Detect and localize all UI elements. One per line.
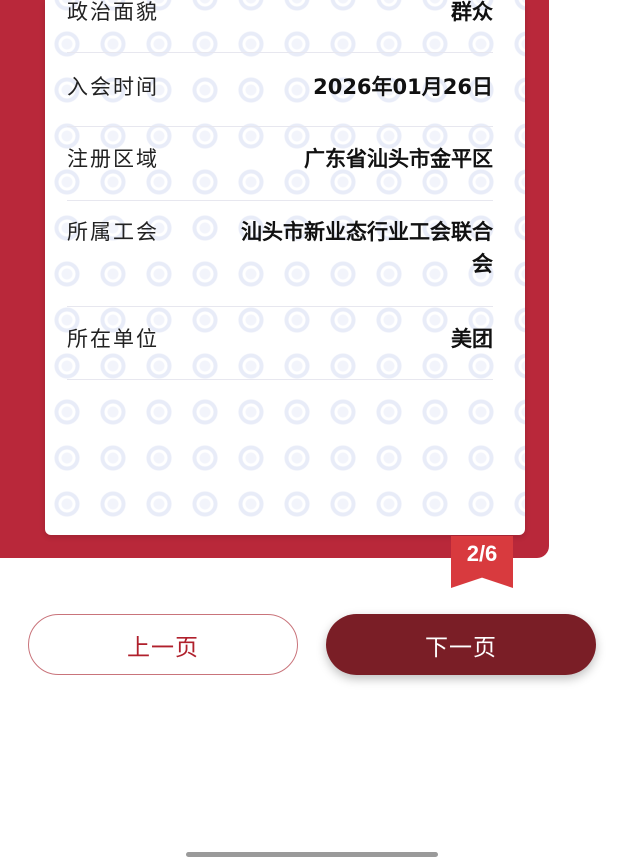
info-row-join-date: 入会时间 2026年01月26日 [67, 53, 493, 127]
page-indicator: 2/6 [466, 541, 498, 566]
field-value: 汕头市新业态行业工会联合会 [241, 220, 493, 276]
field-label: 所在单位 [67, 327, 159, 351]
field-value: 广东省汕头市金平区 [304, 147, 493, 171]
field-value: 2026年01月26日 [313, 75, 493, 99]
field-label: 所属工会 [67, 220, 159, 244]
info-list: 政治面貌 群众 入会时间 2026年01月26日 注册区域 广东省汕头市金平区 … [67, 0, 493, 380]
field-label: 政治面貌 [67, 0, 159, 24]
info-row-political-status: 政治面貌 群众 [67, 0, 493, 53]
field-value: 群众 [451, 0, 493, 24]
field-value: 美团 [451, 327, 493, 351]
next-page-button[interactable]: 下一页 [326, 614, 596, 675]
info-row-region: 注册区域 广东省汕头市金平区 [67, 127, 493, 201]
info-row-union: 所属工会 汕头市新业态行业工会联合会 [67, 201, 493, 307]
field-label: 注册区域 [67, 147, 159, 171]
field-label: 入会时间 [67, 75, 159, 99]
member-info-card: 政治面貌 群众 入会时间 2026年01月26日 注册区域 广东省汕头市金平区 … [45, 0, 525, 535]
prev-page-button[interactable]: 上一页 [28, 614, 298, 675]
home-indicator[interactable] [186, 852, 438, 857]
info-row-employer: 所在单位 美团 [67, 307, 493, 380]
